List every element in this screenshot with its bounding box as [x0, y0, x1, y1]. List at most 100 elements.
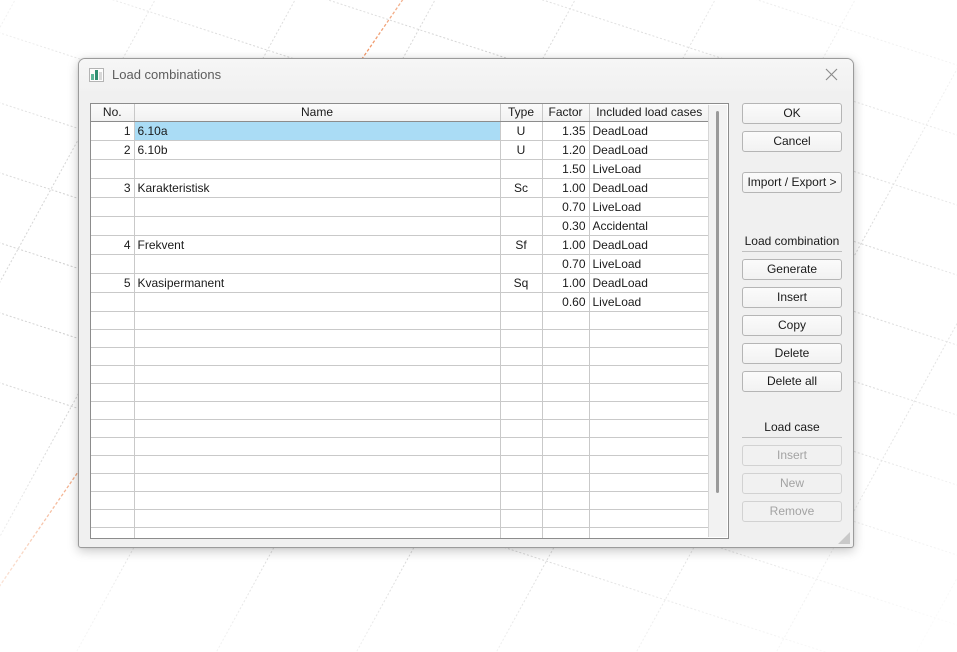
cell-factor[interactable]: 0.70 — [542, 198, 589, 217]
cell-name[interactable] — [134, 420, 500, 438]
table-row[interactable] — [91, 456, 709, 474]
cell-no[interactable] — [91, 312, 134, 330]
cell-factor[interactable]: 1.00 — [542, 274, 589, 293]
cell-no[interactable]: 2 — [91, 141, 134, 160]
cell-factor[interactable] — [542, 420, 589, 438]
cell-name[interactable]: Karakteristisk — [134, 179, 500, 198]
cell-type[interactable] — [500, 348, 542, 366]
cell-included[interactable] — [589, 438, 709, 456]
cell-included[interactable]: Accidental — [589, 217, 709, 236]
cell-factor[interactable]: 0.60 — [542, 293, 589, 312]
cell-no[interactable] — [91, 217, 134, 236]
cell-no[interactable] — [91, 438, 134, 456]
column-header-factor[interactable]: Factor — [542, 104, 589, 122]
cell-included[interactable]: LiveLoad — [589, 198, 709, 217]
cell-included[interactable]: LiveLoad — [589, 293, 709, 312]
cell-name[interactable] — [134, 160, 500, 179]
cell-no[interactable]: 3 — [91, 179, 134, 198]
table-row[interactable]: 16.10aU1.35DeadLoad — [91, 122, 709, 141]
cell-no[interactable] — [91, 330, 134, 348]
cell-name[interactable] — [134, 217, 500, 236]
table-row[interactable] — [91, 474, 709, 492]
ok-button[interactable]: OK — [742, 103, 842, 124]
cell-factor[interactable]: 1.20 — [542, 141, 589, 160]
cell-factor[interactable] — [542, 312, 589, 330]
table-row[interactable]: 5KvasipermanentSq1.00DeadLoad — [91, 274, 709, 293]
cell-included[interactable]: DeadLoad — [589, 274, 709, 293]
cell-no[interactable] — [91, 255, 134, 274]
cancel-button[interactable]: Cancel — [742, 131, 842, 152]
column-header-included[interactable]: Included load cases — [589, 104, 709, 122]
cell-name[interactable] — [134, 384, 500, 402]
cell-type[interactable] — [500, 330, 542, 348]
remove-case-button[interactable]: Remove — [742, 501, 842, 522]
cell-no[interactable] — [91, 528, 134, 540]
cell-type[interactable] — [500, 255, 542, 274]
cell-name[interactable] — [134, 438, 500, 456]
cell-type[interactable] — [500, 198, 542, 217]
delete-all-button[interactable]: Delete all — [742, 371, 842, 392]
cell-name[interactable] — [134, 456, 500, 474]
cell-included[interactable] — [589, 348, 709, 366]
column-header-name[interactable]: Name — [134, 104, 500, 122]
cell-no[interactable] — [91, 293, 134, 312]
table-row[interactable] — [91, 510, 709, 528]
cell-factor[interactable]: 1.50 — [542, 160, 589, 179]
cell-included[interactable]: DeadLoad — [589, 122, 709, 141]
generate-button[interactable]: Generate — [742, 259, 842, 280]
cell-name[interactable] — [134, 474, 500, 492]
cell-factor[interactable]: 1.00 — [542, 236, 589, 255]
cell-no[interactable] — [91, 402, 134, 420]
table-row[interactable] — [91, 438, 709, 456]
table-row[interactable]: 0.60LiveLoad — [91, 293, 709, 312]
cell-type[interactable] — [500, 312, 542, 330]
table-row[interactable] — [91, 348, 709, 366]
cell-factor[interactable] — [542, 330, 589, 348]
cell-included[interactable] — [589, 312, 709, 330]
delete-button[interactable]: Delete — [742, 343, 842, 364]
cell-included[interactable] — [589, 420, 709, 438]
cell-factor[interactable] — [542, 510, 589, 528]
cell-included[interactable] — [589, 492, 709, 510]
cell-included[interactable]: DeadLoad — [589, 179, 709, 198]
cell-type[interactable] — [500, 528, 542, 540]
cell-no[interactable] — [91, 456, 134, 474]
table-row[interactable] — [91, 420, 709, 438]
cell-no[interactable] — [91, 420, 134, 438]
table-row[interactable]: 0.30Accidental — [91, 217, 709, 236]
cell-type[interactable]: Sc — [500, 179, 542, 198]
column-header-no[interactable]: No. — [91, 104, 134, 122]
cell-factor[interactable]: 0.70 — [542, 255, 589, 274]
table-row[interactable] — [91, 528, 709, 540]
cell-type[interactable] — [500, 384, 542, 402]
table-row[interactable]: 3KarakteristiskSc1.00DeadLoad — [91, 179, 709, 198]
cell-included[interactable] — [589, 402, 709, 420]
insert-case-button[interactable]: Insert — [742, 445, 842, 466]
cell-no[interactable] — [91, 384, 134, 402]
table-row[interactable] — [91, 312, 709, 330]
cell-factor[interactable] — [542, 366, 589, 384]
cell-no[interactable]: 1 — [91, 122, 134, 141]
table-row[interactable] — [91, 402, 709, 420]
resize-grip[interactable] — [837, 531, 851, 545]
copy-button[interactable]: Copy — [742, 315, 842, 336]
cell-factor[interactable] — [542, 384, 589, 402]
new-case-button[interactable]: New — [742, 473, 842, 494]
cell-name[interactable] — [134, 528, 500, 540]
cell-type[interactable] — [500, 402, 542, 420]
cell-type[interactable]: Sf — [500, 236, 542, 255]
cell-factor[interactable] — [542, 402, 589, 420]
scrollbar-thumb[interactable] — [716, 111, 719, 493]
load-combinations-table-container[interactable]: No. Name Type Factor Included load cases… — [90, 103, 729, 539]
table-row[interactable]: 0.70LiveLoad — [91, 198, 709, 217]
cell-name[interactable] — [134, 330, 500, 348]
cell-factor[interactable] — [542, 528, 589, 540]
cell-factor[interactable]: 0.30 — [542, 217, 589, 236]
cell-type[interactable] — [500, 474, 542, 492]
cell-factor[interactable]: 1.35 — [542, 122, 589, 141]
cell-included[interactable] — [589, 366, 709, 384]
cell-type[interactable]: U — [500, 122, 542, 141]
cell-name[interactable]: 6.10a — [134, 122, 500, 141]
cell-name[interactable]: Frekvent — [134, 236, 500, 255]
cell-type[interactable] — [500, 420, 542, 438]
